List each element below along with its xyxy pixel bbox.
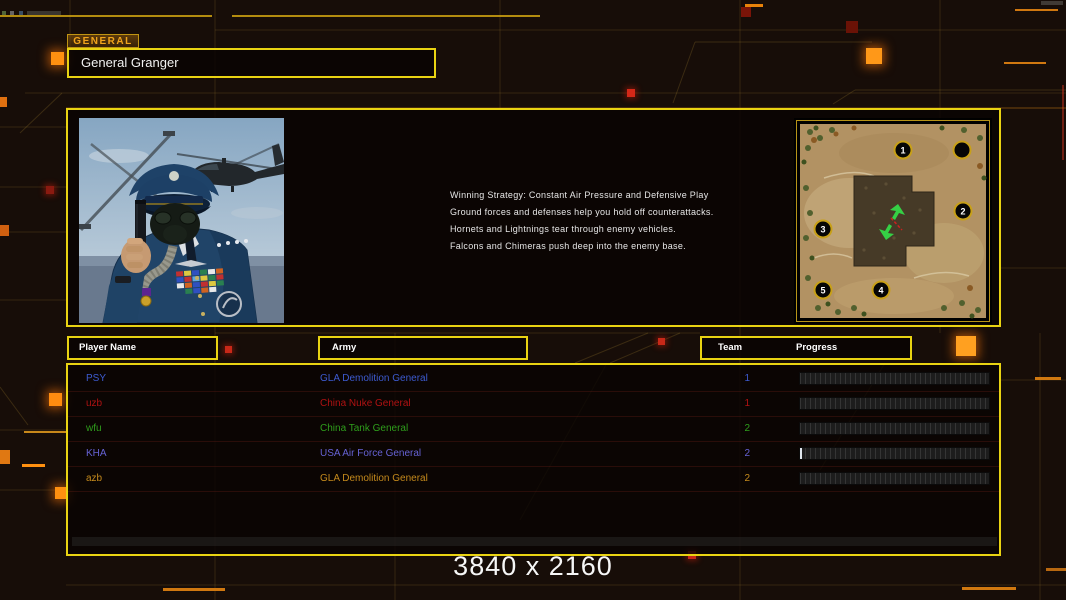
player-team-cell: 2: [744, 473, 750, 484]
general-name: General Granger: [81, 55, 179, 70]
accent-dash: [962, 587, 1016, 590]
general-info-panel: Winning Strategy: Constant Air Pressure …: [66, 108, 1001, 327]
players-rows: PSY GLA Demolition General 1 uzb China N…: [68, 367, 999, 492]
player-progress-bar: [799, 422, 990, 435]
player-team-cell: 1: [744, 398, 750, 409]
player-army-cell: China Nuke General: [320, 398, 411, 409]
accent-square: [866, 48, 882, 64]
panel-bottom-strip: [72, 537, 997, 546]
accent-square: [627, 89, 635, 97]
accent-square: [846, 21, 858, 33]
accent-square: [741, 7, 751, 17]
accent-square: [46, 186, 54, 194]
player-name-cell: PSY: [86, 373, 107, 384]
player-row: wfu China Tank General 2: [68, 417, 999, 442]
strategy-line: Hornets and Lightnings tear through enem…: [450, 224, 676, 234]
accent-square: [51, 52, 64, 65]
player-team-cell: 1: [744, 373, 750, 384]
header-team-label: Team: [718, 342, 743, 353]
svg-text:3: 3: [820, 225, 825, 235]
player-name-cell: uzb: [86, 398, 103, 409]
accent-square: [225, 346, 232, 353]
accent-square: [658, 338, 665, 345]
player-team-cell: 2: [744, 423, 750, 434]
player-name-cell: azb: [86, 473, 103, 484]
header-army-label: Army: [332, 342, 357, 353]
resolution-label: 3840 x 2160: [453, 551, 613, 581]
player-progress-fill: [800, 448, 802, 459]
player-row: KHA USA Air Force General 2: [68, 442, 999, 467]
accent-square: [956, 336, 976, 356]
player-row: azb GLA Demolition General 2: [68, 467, 999, 492]
accent-square: [49, 393, 62, 406]
player-progress-bar: [799, 397, 990, 410]
accent-dash: [163, 588, 225, 591]
header-progress-label: Progress: [796, 342, 838, 353]
player-row: uzb China Nuke General 1: [68, 392, 999, 417]
player-army-cell: GLA Demolition General: [320, 373, 428, 384]
strategy-text: Winning Strategy: Constant Air Pressure …: [450, 187, 714, 255]
player-name-cell: wfu: [86, 423, 102, 434]
general-name-box: General Granger: [67, 48, 436, 78]
debug-overlay-right: [1041, 1, 1063, 5]
player-progress-bar: [799, 447, 990, 460]
header-player-name-label: Player Name: [79, 342, 137, 353]
strategy-line: Winning Strategy: Constant Air Pressure …: [450, 190, 709, 200]
svg-text:2: 2: [960, 207, 965, 217]
player-army-cell: China Tank General: [320, 423, 409, 434]
accent-square: [0, 450, 10, 464]
accent-square: [0, 97, 7, 107]
accent-dash: [745, 4, 763, 7]
accent-square: [0, 225, 9, 236]
general-tag: GENERAL: [67, 34, 139, 48]
general-portrait-image: [79, 118, 285, 324]
player-army-cell: GLA Demolition General: [320, 473, 428, 484]
players-panel: PSY GLA Demolition General 1 uzb China N…: [66, 363, 1001, 556]
player-army-cell: USA Air Force General: [320, 448, 422, 459]
header-player-name: Player Name: [67, 336, 218, 360]
map-preview: 1 2 3 4 5: [794, 118, 992, 324]
header-team-progress: Team Progress: [700, 336, 912, 360]
debug-overlay-left: [2, 2, 62, 20]
svg-text:5: 5: [820, 286, 825, 296]
player-progress-bar: [799, 372, 990, 385]
player-progress-bar: [799, 472, 990, 485]
loading-screen: GENERAL General Granger Winning Strategy…: [0, 0, 1066, 600]
svg-text:4: 4: [878, 286, 883, 296]
accent-dash: [24, 431, 68, 433]
strategy-line: Ground forces and defenses help you hold…: [450, 207, 714, 217]
player-team-cell: 2: [744, 448, 750, 459]
accent-dash: [1035, 377, 1061, 380]
header-army: Army: [318, 336, 528, 360]
accent-dash: [22, 464, 45, 467]
strategy-line: Falcons and Chimeras push deep into the …: [450, 241, 686, 251]
player-row: PSY GLA Demolition General 1: [68, 367, 999, 392]
player-name-cell: KHA: [86, 448, 107, 459]
svg-text:1: 1: [900, 146, 905, 156]
